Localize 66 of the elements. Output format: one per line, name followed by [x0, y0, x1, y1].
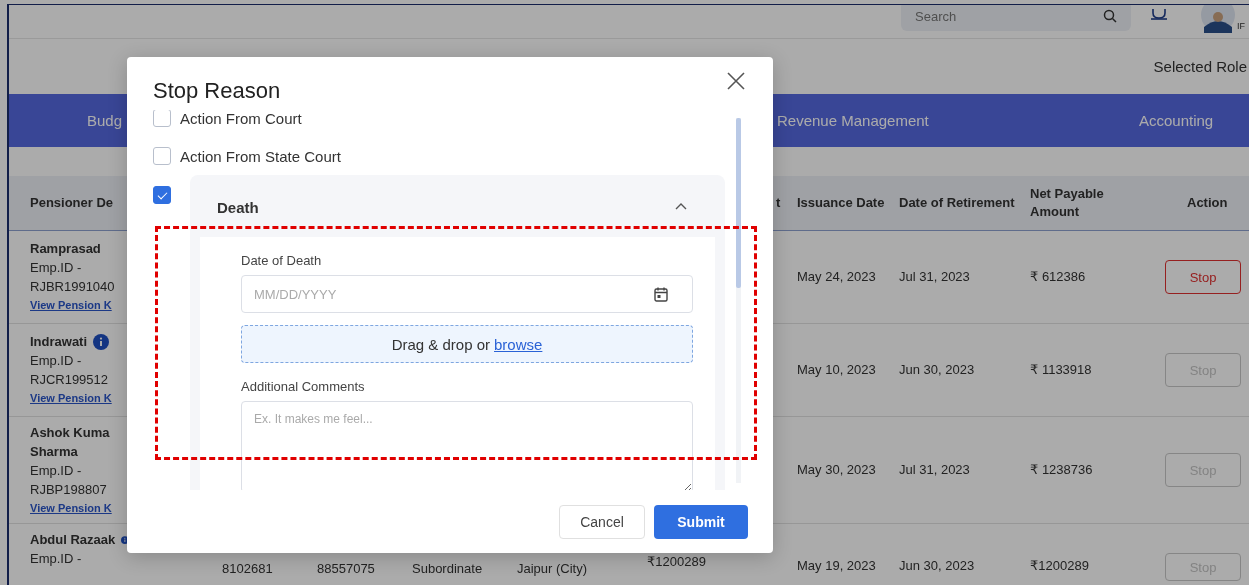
table-cell-text: 8102681: [222, 561, 274, 576]
emp-id-label: Emp.ID -: [30, 550, 83, 568]
checkbox[interactable]: [153, 110, 171, 127]
emp-id-label: Emp.ID -: [30, 461, 83, 480]
browse-link[interactable]: browse: [494, 335, 543, 353]
upload-hint: Drag & drop or: [391, 335, 490, 353]
pension-link[interactable]: View Pension K: [30, 296, 129, 315]
table-cell-text: ₹ 1238736: [1030, 461, 1093, 479]
table-cell-text: ₹ 1133918: [1030, 361, 1092, 379]
search-field[interactable]: Search: [901, 5, 1131, 31]
pension-link[interactable]: View Pension K: [30, 389, 129, 408]
pensioner-name: Abdul Razaak: [30, 531, 116, 549]
table-cell-text: May 10, 2023: [797, 361, 876, 379]
field-label: Date of Death: [241, 253, 323, 268]
emp-id-label: Emp.ID -: [30, 352, 83, 370]
column-header: t: [775, 194, 782, 212]
field-label: Additional Comments: [241, 379, 366, 394]
cancel-button[interactable]: Cancel: [559, 504, 645, 539]
search-icon: [1103, 9, 1117, 23]
column-header: Date of Retirement: [899, 194, 1016, 212]
nav-tab[interactable]: Revenue Management: [775, 112, 1132, 129]
table-cell-text: 88557075: [317, 561, 376, 576]
close-icon[interactable]: [727, 71, 745, 90]
checkbox-label: Action From Court: [180, 110, 302, 127]
table-cell-text: May 19, 2023: [797, 557, 876, 575]
table-cell-text: Jun 30, 2023: [899, 557, 975, 575]
emp-id: RJCR199512: [30, 371, 110, 389]
nav-tab[interactable]: Budg: [9, 112, 129, 129]
table-cell-text: May 24, 2023: [797, 268, 876, 286]
table-cell-text: Jaipur (City): [517, 561, 589, 576]
role-label: Selected Role: [1153, 58, 1247, 75]
column-header: Pensioner De: [29, 194, 115, 212]
table-cell-text: ₹ 612386: [1030, 268, 1086, 286]
table-cell-text: Jul 31, 2023: [899, 268, 970, 286]
calendar-icon: [654, 286, 668, 302]
table-cell: ₹1200289: [647, 554, 706, 569]
date-field[interactable]: MM/DD/YYYY: [241, 275, 693, 313]
table-cell-text: Subordinate: [412, 561, 484, 576]
checkbox[interactable]: [153, 147, 171, 165]
pension-link[interactable]: View Pension K: [30, 498, 129, 518]
table-cell-text: Jun 30, 2023: [899, 361, 975, 379]
column-header: Issuance Date: [797, 194, 886, 212]
emp-id: RJBR1991040: [30, 278, 116, 296]
pensioner-name: Ramprasad: [30, 240, 101, 258]
checkbox[interactable]: [153, 186, 171, 204]
pensioner-name: Indrawati: [30, 333, 88, 351]
avatar-icon: [1200, 5, 1236, 33]
emp-id: RJBP198807: [30, 480, 108, 499]
scrollbar-thumb[interactable]: [736, 118, 741, 288]
column-header: Net Payable Amount: [1030, 185, 1105, 221]
pensioner-name: Sharma: [30, 442, 78, 461]
dialog-title: Stop Reason: [153, 77, 281, 104]
checkbox-label: Action From State Court: [180, 147, 341, 165]
table-cell-text: ₹1200289: [1030, 557, 1089, 575]
submit-button[interactable]: Submit: [654, 504, 748, 539]
column-header: Action: [1186, 194, 1229, 212]
accordion-title[interactable]: Death: [217, 198, 259, 216]
user-label: IF: [1237, 21, 1246, 31]
comments-field[interactable]: Ex. It makes me feel...: [241, 401, 693, 490]
pensioner-name: Ashok Kuma: [30, 423, 110, 442]
upload-dropzone[interactable]: Drag & drop or browse: [241, 325, 693, 363]
emp-id-label: Emp.ID -: [30, 259, 83, 277]
stop-button[interactable]: Stop: [1165, 260, 1241, 294]
table-cell-text: May 30, 2023: [797, 461, 876, 479]
nav-tab[interactable]: Accounting: [1132, 112, 1249, 129]
table-cell-text: Jul 31, 2023: [899, 461, 970, 479]
